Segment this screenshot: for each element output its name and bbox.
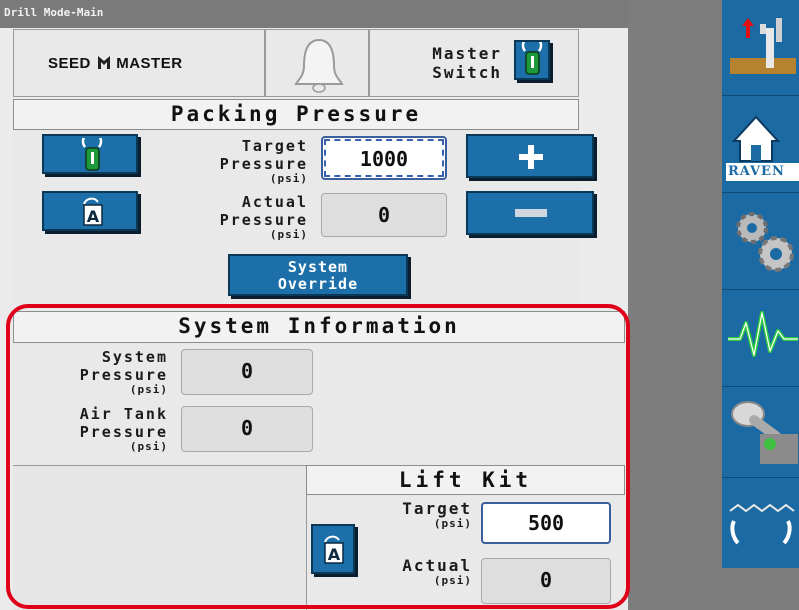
actual-pressure-label: Actual Pressure (psi)	[160, 193, 308, 241]
lift-kit-target-unit: (psi)	[433, 517, 472, 530]
empty-panel	[13, 465, 306, 610]
sidebar-item-section-control[interactable]	[722, 479, 799, 568]
master-switch-button[interactable]	[514, 35, 550, 80]
minus-icon	[515, 209, 547, 217]
system-override-button[interactable]: System Override	[228, 254, 408, 296]
system-pressure-unit: (psi)	[129, 383, 168, 396]
drill-lift-icon	[730, 18, 796, 74]
system-pressure-label-line2: Pressure	[79, 366, 168, 384]
sidebar-item-drill-lift[interactable]	[722, 0, 799, 96]
actual-pressure-field: 0	[321, 193, 447, 237]
sidebar-item-settings[interactable]	[722, 194, 799, 290]
logo-text-seed: SEED	[48, 55, 91, 72]
gears-icon	[736, 212, 794, 272]
seedmaster-logo-icon	[97, 56, 110, 69]
lift-kit-title: Lift Kit	[306, 465, 625, 495]
joystick-icon	[731, 401, 798, 464]
lift-kit-target-label: Target (psi)	[372, 500, 472, 530]
system-override-line2: Override	[277, 275, 359, 293]
sidebar-gap	[708, 0, 722, 610]
logo-text-master: MASTER	[116, 55, 183, 72]
lift-kit-actual-field: 0	[481, 558, 611, 604]
lift-kit-actual-label-text: Actual	[402, 556, 472, 575]
packing-on-off-button[interactable]	[42, 134, 138, 174]
air-tank-pressure-label-line1: Air Tank	[79, 405, 168, 423]
power-switch-icon	[81, 138, 103, 171]
diagnostics-icon	[728, 311, 798, 357]
sidebar-item-raven-home[interactable]: RAVEN	[722, 97, 799, 193]
lift-kit-target-label-text: Target	[402, 499, 472, 518]
increase-pressure-button[interactable]	[466, 134, 594, 178]
auto-mode-icon: A	[324, 535, 344, 564]
lift-kit-actual-label: Actual (psi)	[372, 557, 472, 587]
packing-auto-mode-button[interactable]: A	[42, 191, 138, 231]
master-switch-panel: Master Switch	[369, 29, 579, 97]
air-tank-pressure-label: Air Tank Pressure (psi)	[20, 405, 168, 453]
lift-kit-auto-mode-button[interactable]: A	[311, 524, 355, 574]
brand-panel: SEED MASTER	[13, 29, 265, 97]
system-pressure-label-line1: System	[101, 348, 168, 366]
system-information-title: System Information	[13, 311, 625, 343]
svg-text:A: A	[87, 207, 100, 226]
lift-kit-actual-unit: (psi)	[433, 574, 472, 587]
actual-pressure-label-line1: Actual	[241, 193, 308, 211]
power-switch-icon	[521, 35, 543, 75]
air-tank-pressure-label-line2: Pressure	[79, 423, 168, 441]
window-title: Drill Mode-Main	[0, 0, 628, 28]
raven-label: RAVEN	[728, 164, 785, 179]
lift-kit-target-input[interactable]: 500	[481, 502, 611, 544]
svg-text:A: A	[328, 545, 341, 564]
master-switch-label-line2: Switch	[432, 63, 502, 82]
target-pressure-unit: (psi)	[269, 172, 308, 185]
air-tank-pressure-unit: (psi)	[129, 440, 168, 453]
actual-pressure-label-line2: Pressure	[219, 211, 308, 229]
seedmaster-logo: SEED MASTER	[48, 54, 183, 72]
alarm-bell-button[interactable]	[265, 29, 369, 97]
decrease-pressure-button[interactable]	[466, 191, 594, 235]
target-pressure-input[interactable]: 1000	[321, 136, 447, 180]
system-pressure-field: 0	[181, 349, 313, 395]
target-pressure-label-line1: Target	[241, 137, 308, 155]
master-switch-label-line1: Master	[432, 44, 502, 63]
auto-mode-icon: A	[83, 197, 103, 226]
target-pressure-label: Target Pressure (psi)	[160, 137, 308, 185]
air-tank-pressure-field: 0	[181, 406, 313, 452]
system-override-line1: System	[287, 258, 349, 276]
target-pressure-label-line2: Pressure	[219, 155, 308, 173]
plus-icon	[519, 145, 543, 169]
packing-pressure-title: Packing Pressure	[13, 99, 579, 130]
sidebar-item-joystick[interactable]	[722, 388, 799, 478]
sidebar-item-diagnostics[interactable]	[722, 291, 799, 387]
actual-pressure-unit: (psi)	[269, 228, 308, 241]
system-pressure-label: System Pressure (psi)	[20, 348, 168, 396]
master-switch-label: Master Switch	[382, 44, 502, 82]
bell-icon	[294, 38, 344, 93]
section-control-icon	[729, 503, 795, 545]
